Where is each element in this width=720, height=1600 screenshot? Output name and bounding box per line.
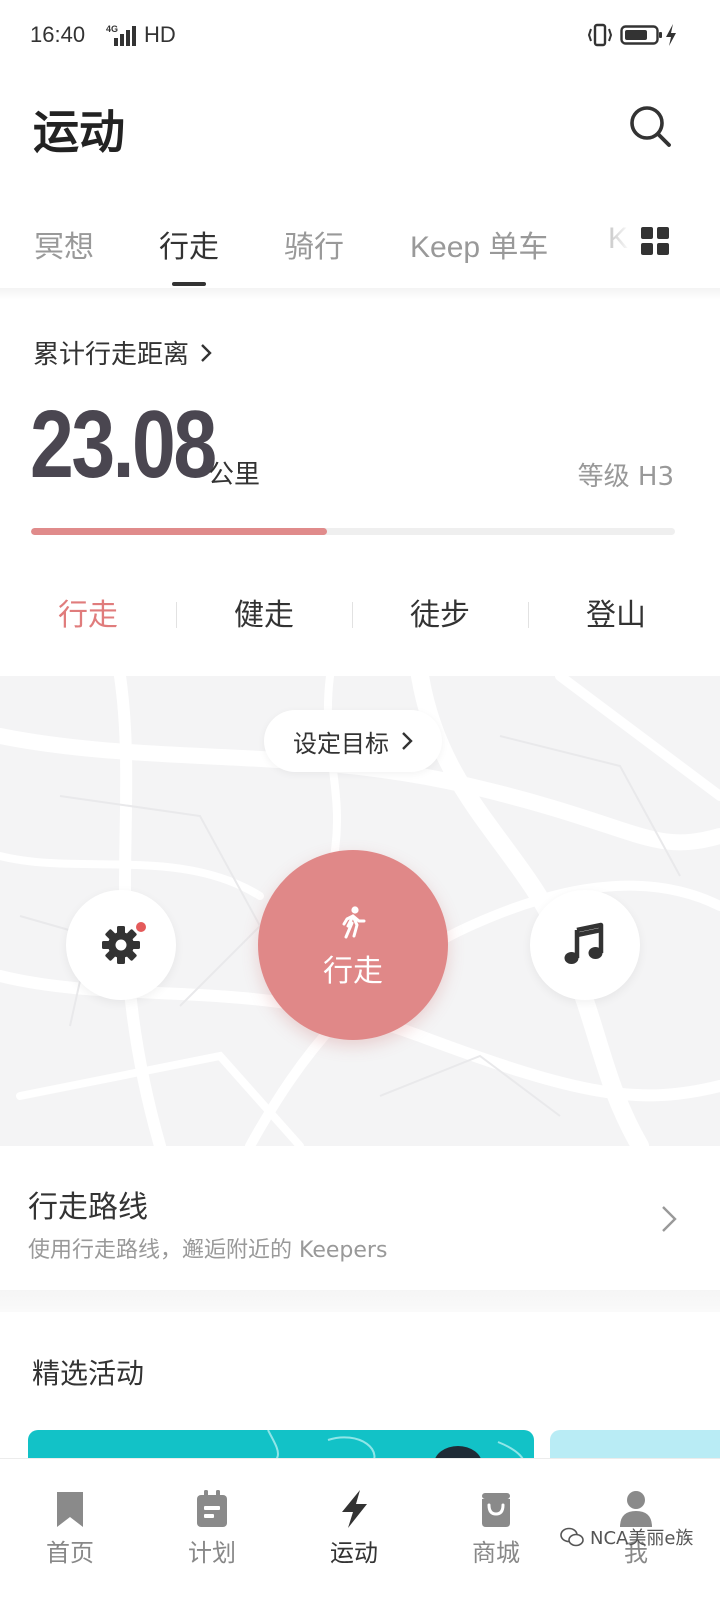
nav-home[interactable]: 首页 bbox=[10, 1459, 130, 1600]
music-note-icon bbox=[564, 922, 604, 964]
person-icon bbox=[620, 1491, 652, 1527]
walk-mode-selector: 行走 健走 徒步 登山 bbox=[0, 580, 720, 650]
tab-meditation[interactable]: 冥想 bbox=[34, 222, 94, 266]
chevron-right-icon bbox=[201, 343, 212, 362]
mode-separator bbox=[528, 602, 529, 628]
nav-home-label: 首页 bbox=[46, 1539, 94, 1567]
chevron-right-icon bbox=[402, 732, 413, 750]
gear-icon bbox=[102, 926, 140, 964]
sport-tabs: 冥想 行走 骑行 Keep 单车 K bbox=[0, 210, 720, 290]
tab-keep-bike[interactable]: Keep 单车 bbox=[410, 222, 548, 266]
nav-sport-label: 运动 bbox=[330, 1539, 378, 1567]
tab-cycling[interactable]: 骑行 bbox=[284, 222, 344, 266]
walking-icon bbox=[342, 906, 366, 939]
bookmark-icon bbox=[57, 1492, 83, 1527]
total-distance-label: 累计行走距离 bbox=[33, 340, 190, 370]
nav-shop[interactable]: 商城 bbox=[436, 1459, 556, 1600]
start-walk-button[interactable]: 行走 bbox=[258, 850, 448, 1040]
grid-icon[interactable] bbox=[640, 226, 670, 256]
level-progress-fill bbox=[31, 528, 328, 535]
mode-walk[interactable]: 行走 bbox=[28, 590, 148, 634]
start-walk-label: 行走 bbox=[323, 954, 383, 989]
status-time: 16:40 bbox=[30, 22, 86, 47]
mode-mountaineering[interactable]: 登山 bbox=[556, 590, 676, 634]
walking-route-card[interactable]: 行走路线 使用行走路线，邂逅附近的 Keepers bbox=[0, 1146, 720, 1290]
chevron-right-icon bbox=[662, 1206, 677, 1232]
route-subtitle: 使用行走路线，邂逅附近的 Keepers bbox=[28, 1238, 388, 1263]
mode-brisk-walk[interactable]: 健走 bbox=[204, 590, 324, 634]
set-goal-button[interactable]: 设定目标 bbox=[264, 710, 442, 772]
tab-walking[interactable]: 行走 bbox=[159, 222, 219, 266]
route-title: 行走路线 bbox=[28, 1190, 148, 1225]
nav-sport[interactable]: 运动 bbox=[294, 1459, 414, 1600]
charging-icon bbox=[666, 24, 676, 46]
status-hd: HD bbox=[144, 22, 176, 47]
level-badge: 等级 H3 bbox=[577, 462, 674, 492]
wechat-icon bbox=[560, 1527, 584, 1547]
plan-icon bbox=[197, 1490, 227, 1527]
shopping-bag-icon bbox=[482, 1493, 510, 1527]
set-goal-label: 设定目标 bbox=[293, 729, 389, 758]
mode-separator bbox=[176, 602, 177, 628]
watermark-text: NCA美丽e族 bbox=[590, 1528, 694, 1549]
battery-icon bbox=[620, 25, 662, 45]
notification-dot bbox=[136, 922, 146, 932]
settings-button[interactable] bbox=[66, 890, 176, 1000]
section-divider bbox=[0, 288, 720, 300]
mode-hiking[interactable]: 徒步 bbox=[380, 590, 500, 634]
music-button[interactable] bbox=[530, 890, 640, 1000]
featured-activities-title: 精选活动 bbox=[32, 1357, 145, 1390]
lightning-icon bbox=[342, 1490, 367, 1528]
total-distance-value: 23.08 bbox=[30, 391, 217, 498]
nav-plan[interactable]: 计划 bbox=[152, 1459, 272, 1600]
status-bar: 16:40 4G HD bbox=[0, 0, 720, 72]
section-divider bbox=[0, 1290, 720, 1312]
nav-plan-label: 计划 bbox=[188, 1539, 236, 1567]
total-distance-link[interactable]: 累计行走距离 bbox=[33, 334, 213, 371]
page-title: 运动 bbox=[33, 105, 125, 159]
level-progress-bar bbox=[31, 528, 675, 535]
watermark: NCA美丽e族 bbox=[560, 1524, 693, 1550]
nav-shop-label: 商城 bbox=[472, 1539, 520, 1567]
signal-icon: 4G bbox=[98, 24, 142, 48]
distance-unit: 公里 bbox=[208, 460, 261, 490]
vibrate-icon bbox=[587, 23, 613, 47]
active-tab-indicator bbox=[172, 282, 206, 286]
mode-separator bbox=[352, 602, 353, 628]
search-icon[interactable] bbox=[628, 104, 672, 148]
